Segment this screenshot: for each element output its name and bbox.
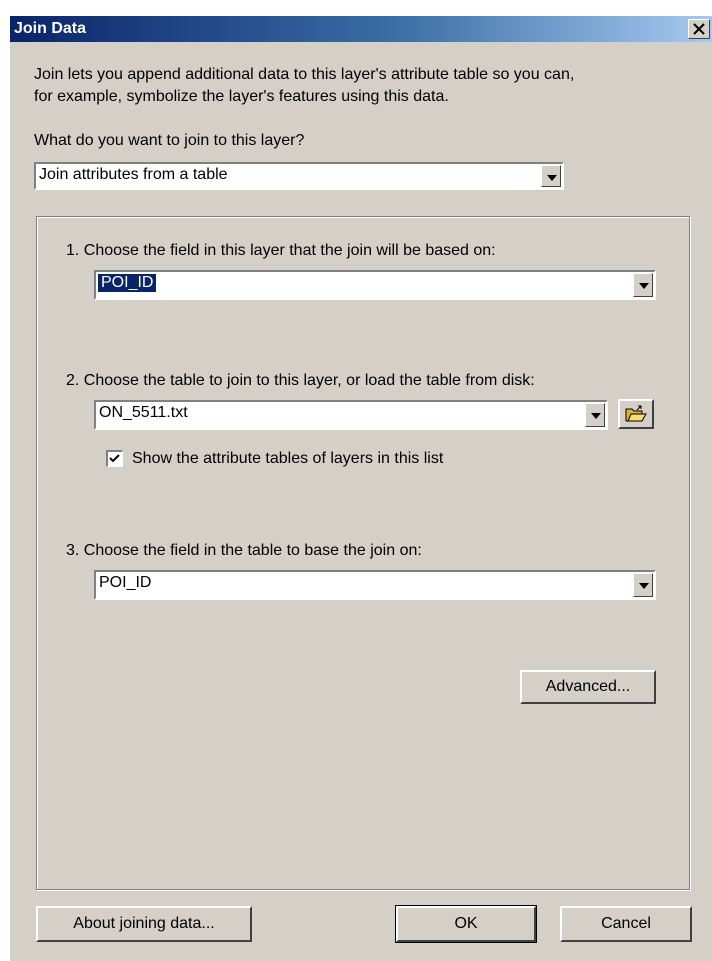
step1-field-value: POI_ID <box>98 274 157 292</box>
chevron-down-icon[interactable] <box>633 573 653 597</box>
open-folder-icon <box>625 405 647 422</box>
intro-text-line2: for example, symbolize the layer's featu… <box>34 88 449 105</box>
dialog-title: Join Data <box>14 20 87 37</box>
chevron-down-icon[interactable] <box>633 273 653 297</box>
cancel-button[interactable]: Cancel <box>560 906 692 942</box>
join-type-value: Join attributes from a table <box>39 166 228 183</box>
chevron-down-icon[interactable] <box>541 165 561 187</box>
close-button[interactable] <box>688 19 710 39</box>
chevron-down-icon[interactable] <box>585 403 605 427</box>
show-attribute-tables-label[interactable]: Show the attribute tables of layers in t… <box>132 450 443 468</box>
browse-table-button[interactable] <box>618 399 654 429</box>
step3-field-dropdown[interactable]: POI_ID <box>94 570 656 600</box>
step1-field-dropdown[interactable]: POI_ID <box>94 270 656 300</box>
step3-label: 3. Choose the field in the table to base… <box>66 542 422 559</box>
step2-table-dropdown[interactable]: ON_5511.txt <box>94 400 608 430</box>
checkmark-icon <box>109 454 120 463</box>
show-attribute-tables-checkbox[interactable] <box>106 450 123 467</box>
join-data-dialog: Join Data Join lets you append additiona… <box>10 16 712 961</box>
step3-field-value: POI_ID <box>99 574 152 591</box>
cancel-button-label: Cancel <box>601 915 651 932</box>
ok-button[interactable]: OK <box>395 905 537 943</box>
title-bar[interactable]: Join Data <box>10 16 712 42</box>
step2-label: 2. Choose the table to join to this laye… <box>66 372 535 389</box>
advanced-button-label: Advanced... <box>545 678 631 695</box>
join-type-dropdown[interactable]: Join attributes from a table <box>34 162 564 190</box>
step1-label: 1. Choose the field in this layer that t… <box>66 242 496 259</box>
about-button-label: About joining data... <box>73 915 215 932</box>
intro-text-line1: Join lets you append additional data to … <box>34 66 575 83</box>
about-joining-data-button[interactable]: About joining data... <box>36 906 252 942</box>
ok-button-label: OK <box>454 915 478 932</box>
step2-table-value: ON_5511.txt <box>99 404 188 421</box>
advanced-button[interactable]: Advanced... <box>520 670 656 704</box>
join-type-question: What do you want to join to this layer? <box>34 132 305 149</box>
close-icon <box>693 23 705 35</box>
